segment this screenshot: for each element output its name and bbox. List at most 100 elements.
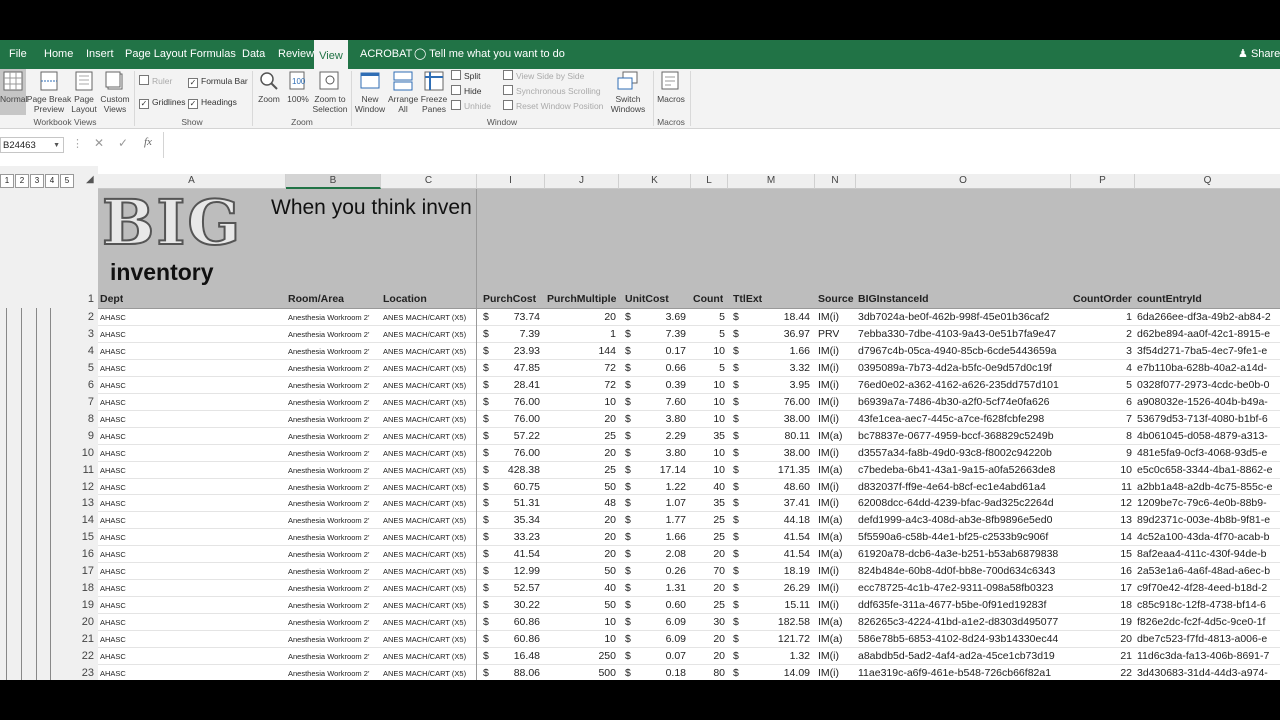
hide-button[interactable]: Hide — [451, 85, 481, 97]
row-number[interactable]: 15 — [72, 531, 94, 543]
cell-currency-symbol: $ — [483, 327, 489, 340]
row-number[interactable]: 4 — [72, 345, 94, 357]
tab-insert[interactable]: Insert — [86, 40, 114, 69]
tab-formulas[interactable]: Formulas — [190, 40, 236, 69]
row-number[interactable]: 6 — [72, 379, 94, 391]
ruler-checkbox[interactable]: Ruler — [139, 75, 172, 87]
cell-count: 10 — [713, 446, 725, 459]
tab-file[interactable]: File — [9, 40, 27, 69]
cell-count: 30 — [713, 616, 725, 629]
cell-currency-symbol: $ — [733, 463, 739, 476]
row-gridline — [98, 545, 1280, 547]
unhide-button[interactable]: Unhide — [451, 100, 491, 112]
cell-room-area: Anesthesia Workroom 2’ — [288, 584, 370, 594]
share-button[interactable]: ♟ Share — [1238, 40, 1280, 69]
row-number[interactable]: 11 — [72, 464, 94, 476]
cell-unitcost: 3.69 — [665, 311, 686, 323]
row-number[interactable]: 16 — [72, 548, 94, 560]
cell-biginstanceid: 826265c3-4224-41bd-a1e2-d8303d495077 — [858, 616, 1059, 629]
tab-data[interactable]: Data — [242, 40, 265, 69]
select-all-corner[interactable]: ◢ — [86, 174, 94, 185]
row-number[interactable]: 10 — [72, 447, 94, 459]
column-header-c[interactable]: C — [381, 174, 477, 189]
freeze-panes-button[interactable]: Freeze Panes — [420, 69, 448, 115]
outline-level-5[interactable]: 5 — [60, 174, 74, 188]
row-number[interactable]: 12 — [72, 481, 94, 493]
column-header-o[interactable]: O — [856, 174, 1071, 189]
cell-currency-symbol: $ — [483, 311, 489, 323]
synchronous-scrolling-button[interactable]: Synchronous Scrolling — [503, 85, 601, 97]
cell-countentryid: c9f70e42-4f28-4eed-b18d-2 — [1137, 582, 1268, 595]
row-gridline — [98, 358, 1280, 360]
cell-currency-symbol: $ — [483, 514, 489, 527]
name-box[interactable]: B24463 ▼ — [0, 137, 64, 153]
zoom-to-selection-button[interactable]: Zoom to Selection — [313, 69, 347, 115]
column-header-m[interactable]: M — [728, 174, 815, 189]
cell-countentryid: 89d2371c-003e-4b8b-9f81-e — [1137, 514, 1271, 527]
zoom-button[interactable]: Zoom — [256, 69, 282, 115]
tab-home[interactable]: Home — [44, 40, 73, 69]
custom-views-button[interactable]: Custom Views — [99, 69, 131, 115]
column-header-p[interactable]: P — [1071, 174, 1135, 189]
outline-bracket — [6, 308, 7, 680]
new-window-button[interactable]: New Window — [354, 69, 386, 115]
tab-review[interactable]: Review — [278, 40, 314, 69]
row-number[interactable]: 23 — [72, 667, 94, 679]
formula-bar-checkbox[interactable]: ✓ Formula Bar — [188, 75, 248, 88]
reset-window-position-button[interactable]: Reset Window Position — [503, 100, 603, 112]
row-number[interactable]: 7 — [72, 396, 94, 408]
column-header-j[interactable]: J — [545, 174, 619, 189]
column-header-i[interactable]: I — [477, 174, 545, 189]
row-number[interactable]: 9 — [72, 430, 94, 442]
banner-left: BIG inventory When you think inven — [98, 188, 476, 291]
row-number[interactable]: 14 — [72, 514, 94, 526]
column-header-n[interactable]: N — [815, 174, 856, 189]
arrange-all-button[interactable]: Arrange All — [388, 69, 418, 115]
outline-level-2[interactable]: 2 — [15, 174, 29, 188]
column-header-b[interactable]: B — [286, 174, 381, 189]
row-number[interactable]: 21 — [72, 633, 94, 645]
formula-input[interactable] — [163, 132, 1280, 158]
split-button[interactable]: Split — [451, 70, 481, 82]
outline-level-3[interactable]: 3 — [30, 174, 44, 188]
tell-me-box[interactable]: ◯ Tell me what you want to do — [414, 40, 565, 69]
row-number[interactable]: 3 — [72, 328, 94, 340]
row-number[interactable]: 19 — [72, 599, 94, 611]
normal-view-button[interactable]: Normal — [0, 69, 27, 115]
page-break-preview-button[interactable]: Page Break Preview — [27, 69, 71, 115]
switch-windows-button[interactable]: Switch Windows — [608, 69, 648, 115]
column-header-q[interactable]: Q — [1135, 174, 1280, 189]
cell-ttlext: 76.00 — [783, 395, 810, 408]
row-number[interactable]: 18 — [72, 582, 94, 594]
tab-acrobat[interactable]: ACROBAT — [360, 40, 412, 69]
outline-level-4[interactable]: 4 — [45, 174, 59, 188]
page-layout-button[interactable]: Page Layout — [71, 69, 97, 115]
tab-page-layout[interactable]: Page Layout — [125, 40, 187, 69]
chevron-down-icon[interactable]: ▼ — [53, 138, 60, 154]
row-number[interactable]: 17 — [72, 565, 94, 577]
enter-icon[interactable]: ✓ — [118, 136, 128, 150]
row-number[interactable]: 13 — [72, 497, 94, 509]
macros-button[interactable]: Macros — [656, 69, 686, 115]
column-header-k[interactable]: K — [619, 174, 691, 189]
row-number[interactable]: 20 — [72, 616, 94, 628]
headings-checkbox[interactable]: ✓ Headings — [188, 96, 237, 109]
cancel-icon[interactable]: ✕ — [94, 136, 104, 150]
row-number[interactable]: 8 — [72, 413, 94, 425]
column-header-l[interactable]: L — [691, 174, 728, 189]
tab-view[interactable]: View — [314, 40, 348, 69]
insert-function-icon[interactable]: fx — [144, 136, 152, 148]
row-number[interactable]: 22 — [72, 650, 94, 662]
gridlines-checkbox[interactable]: ✓ Gridlines — [139, 96, 186, 109]
cell-purchcost: 73.74 — [513, 311, 540, 323]
cell-room-area: Anesthesia Workroom 2’ — [288, 533, 370, 543]
view-side-by-side-button[interactable]: View Side by Side — [503, 70, 584, 82]
cell-purchmultiple: 144 — [598, 344, 616, 357]
row-gridline — [98, 663, 1280, 665]
cell-unitcost: 0.17 — [665, 344, 686, 357]
row-number[interactable]: 5 — [72, 362, 94, 374]
row-number[interactable]: 2 — [72, 311, 94, 323]
outline-level-1[interactable]: 1 — [0, 174, 14, 188]
zoom-100-button[interactable]: 100 100% — [285, 69, 311, 115]
row-number[interactable]: 1 — [72, 293, 94, 305]
